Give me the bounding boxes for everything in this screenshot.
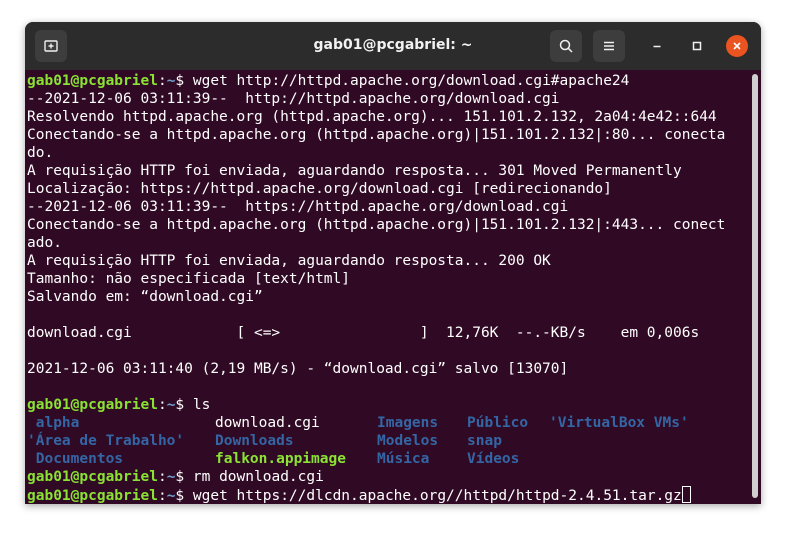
- command-text: ls: [192, 397, 211, 413]
- title-bar: gab01@pcgabriel: ~: [25, 22, 761, 70]
- ls-entry-directory: alpha: [27, 415, 80, 431]
- minimize-button[interactable]: [646, 35, 668, 57]
- ls-entry-directory: Documentos: [27, 451, 124, 467]
- command-text: wget http://httpd.apache.org/download.cg…: [192, 73, 630, 89]
- command-text: rm download.cgi: [192, 469, 324, 485]
- ls-entry-directory: 'VirtualBox VMs': [549, 415, 689, 431]
- ls-entry-directory: snap: [467, 433, 502, 449]
- ls-entry-executable: falkon.appimage: [215, 451, 346, 467]
- close-icon: [733, 42, 741, 50]
- output-line: Conectando-se a httpd.apache.org (httpd.…: [27, 127, 726, 143]
- progress-line: download.cgi [ <=> ] 12,76K --.-KB/s em …: [27, 325, 700, 341]
- ls-entry-directory: Vídeos: [467, 451, 520, 467]
- command-line: gab01@pcgabriel:~$ ls: [27, 396, 210, 414]
- maximize-icon: [692, 41, 702, 51]
- ls-entry-directory: Público: [467, 415, 529, 431]
- prompt-user-host: gab01@pcgabriel: [27, 73, 158, 89]
- prompt-user-host: gab01@pcgabriel: [27, 469, 158, 485]
- ls-entry-file: download.cgi: [215, 415, 320, 431]
- terminal-window: gab01@pcgabriel: ~ gab01@pcgabriel:~$ wg…: [25, 22, 761, 504]
- search-icon: [559, 39, 573, 53]
- output-line: --2021-12-06 03:11:39-- http://httpd.apa…: [27, 91, 560, 107]
- prompt-symbol: $: [175, 73, 193, 89]
- prompt-separator: :: [157, 397, 167, 413]
- output-line: A requisição HTTP foi enviada, aguardand…: [27, 253, 551, 269]
- prompt-user-host: gab01@pcgabriel: [27, 397, 158, 413]
- command-text: wget https://dlcdn.apache.org//httpd/htt…: [192, 488, 682, 504]
- output-line: --2021-12-06 03:11:39-- https://httpd.ap…: [27, 199, 569, 215]
- command-line: gab01@pcgabriel:~$ rm download.cgi: [27, 468, 324, 486]
- search-button[interactable]: [550, 30, 582, 62]
- command-line: gab01@pcgabriel:~$ wget http://httpd.apa…: [27, 72, 629, 90]
- terminal-output[interactable]: gab01@pcgabriel:~$ wget http://httpd.apa…: [25, 70, 761, 504]
- menu-button[interactable]: [593, 30, 625, 62]
- prompt-user-host: gab01@pcgabriel: [27, 488, 158, 504]
- hamburger-menu-icon: [604, 41, 614, 51]
- output-line: Resolvendo httpd.apache.org (httpd.apach…: [27, 109, 717, 125]
- prompt-symbol: $: [175, 397, 193, 413]
- current-command-line[interactable]: gab01@pcgabriel:~$ wget https://dlcdn.ap…: [27, 486, 691, 504]
- output-line: 2021-12-06 03:11:40 (2,19 MB/s) - “downl…: [27, 361, 569, 377]
- prompt-symbol: $: [175, 469, 193, 485]
- ls-entry-directory: Modelos: [377, 433, 439, 449]
- ls-entry-directory: Imagens: [377, 415, 439, 431]
- ls-entry-directory: Música: [377, 451, 430, 467]
- ls-entry-directory: Downloads: [215, 433, 294, 449]
- output-line: A requisição HTTP foi enviada, aguardand…: [27, 163, 682, 179]
- close-button[interactable]: [726, 35, 748, 57]
- prompt-symbol: $: [175, 488, 193, 504]
- maximize-button[interactable]: [686, 35, 708, 57]
- output-line: do.: [27, 145, 54, 161]
- prompt-separator: :: [157, 488, 167, 504]
- output-line: Localização: https://httpd.apache.org/do…: [27, 181, 612, 197]
- scrollbar[interactable]: [752, 74, 758, 498]
- text-cursor: [681, 486, 691, 503]
- prompt-separator: :: [157, 73, 167, 89]
- ls-entry-directory: 'Área de Trabalho': [27, 433, 185, 449]
- minimize-icon: [653, 45, 661, 48]
- output-line: Salvando em: “download.cgi”: [27, 289, 263, 305]
- output-line: Conectando-se a httpd.apache.org (httpd.…: [27, 217, 726, 233]
- output-line: Tamanho: não especificada [text/html]: [27, 271, 351, 287]
- prompt-separator: :: [157, 469, 167, 485]
- output-line: ado.: [27, 235, 62, 251]
